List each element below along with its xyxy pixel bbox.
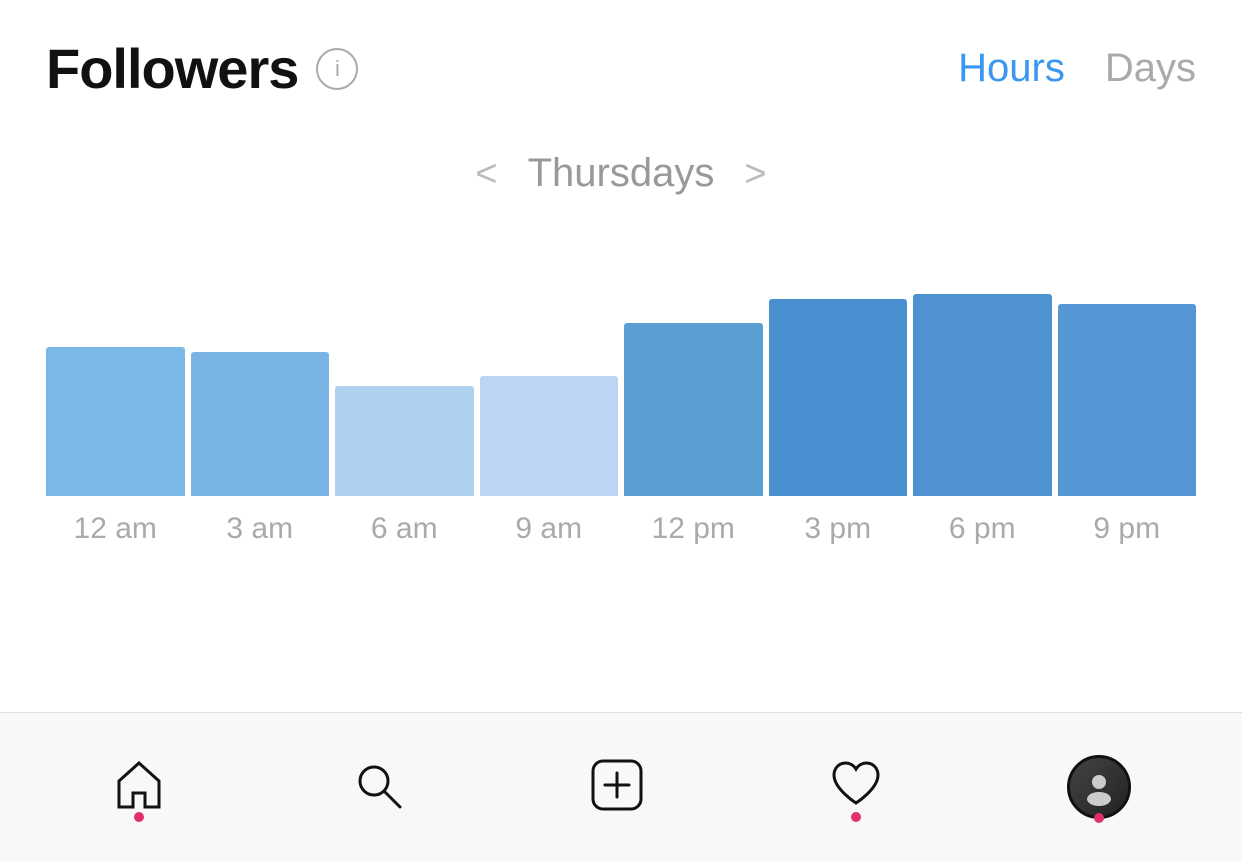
search-icon: [350, 757, 406, 818]
next-day-button[interactable]: >: [744, 155, 766, 193]
bar-group: [335, 226, 474, 496]
bar-label: 6 am: [335, 512, 474, 546]
profile-avatar: [1067, 755, 1131, 819]
nav-profile[interactable]: [1067, 755, 1131, 819]
bar-group: [913, 226, 1052, 496]
tab-hours[interactable]: Hours: [958, 46, 1065, 91]
tab-days[interactable]: Days: [1105, 46, 1196, 91]
nav-home[interactable]: [111, 757, 167, 818]
chart-labels: 12 am3 am6 am9 am12 pm3 pm6 pm9 pm: [46, 496, 1196, 546]
bar[interactable]: [769, 299, 908, 496]
bar-label: 3 pm: [769, 512, 908, 546]
bar-group: [480, 226, 619, 496]
bar-group: [46, 226, 185, 496]
header-right: Hours Days: [958, 46, 1196, 91]
day-navigation: < Thursdays >: [0, 151, 1242, 196]
nav-activity[interactable]: [828, 757, 884, 818]
heart-icon: [828, 757, 884, 818]
header: Followers i Hours Days: [0, 0, 1242, 121]
bar-group: [769, 226, 908, 496]
bar[interactable]: [480, 376, 619, 496]
bar-chart: [46, 226, 1196, 496]
info-icon[interactable]: i: [316, 48, 358, 90]
bar-label: 9 pm: [1058, 512, 1197, 546]
bar-label: 12 pm: [624, 512, 763, 546]
bar-group: [191, 226, 330, 496]
activity-dot: [851, 812, 861, 822]
chart-container: 12 am3 am6 am9 am12 pm3 pm6 pm9 pm: [0, 206, 1242, 546]
nav-search[interactable]: [350, 757, 406, 818]
avatar-image: [1070, 758, 1128, 816]
prev-day-button[interactable]: <: [475, 155, 497, 193]
add-icon: [589, 757, 645, 818]
bar-label: 12 am: [46, 512, 185, 546]
bar[interactable]: [913, 294, 1052, 496]
day-label: Thursdays: [528, 151, 715, 196]
nav-add[interactable]: [589, 757, 645, 818]
bar-label: 9 am: [480, 512, 619, 546]
bar-group: [624, 226, 763, 496]
header-left: Followers i: [46, 36, 358, 101]
profile-dot: [1094, 813, 1104, 823]
bar[interactable]: [46, 347, 185, 496]
home-icon: [111, 757, 167, 818]
page-title: Followers: [46, 36, 298, 101]
bar-label: 6 pm: [913, 512, 1052, 546]
bottom-navigation: [0, 713, 1242, 861]
bar[interactable]: [191, 352, 330, 496]
bar[interactable]: [1058, 304, 1197, 496]
bar[interactable]: [624, 323, 763, 496]
home-dot: [134, 812, 144, 822]
bar-group: [1058, 226, 1197, 496]
bar[interactable]: [335, 386, 474, 496]
bar-label: 3 am: [191, 512, 330, 546]
